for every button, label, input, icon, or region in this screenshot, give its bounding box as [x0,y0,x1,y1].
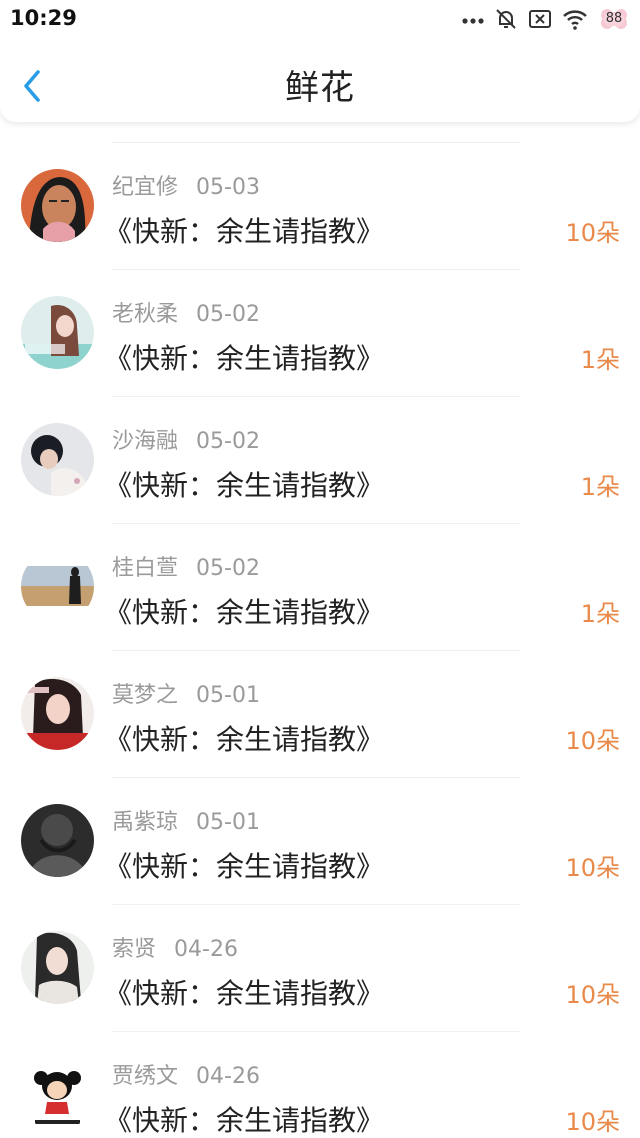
flower-amount: 10朵 [565,854,620,882]
sender-name: 贾绣文 [112,1064,179,1089]
book-title[interactable]: 《快新：余生请指教》 [104,210,384,250]
gift-row[interactable]: 纪宜修 05-03 《快新：余生请指教》 10朵 [0,143,640,270]
gift-date: 05-02 [196,556,260,581]
gift-row[interactable]: 禹紫琼 05-01 《快新：余生请指教》 10朵 [0,778,640,905]
sender-name: 索贤 [112,937,157,962]
sender-name: 禹紫琼 [112,810,179,835]
gift-row[interactable]: 索贤 04-26 《快新：余生请指教》 10朵 [0,905,640,1032]
gift-meta: 老秋柔 05-02 [112,296,260,328]
gift-date: 05-01 [196,810,260,835]
gift-row[interactable]: 贾绣文 04-26 《快新：余生请指教》 10朵 [0,1032,640,1138]
avatar-red-girl[interactable] [21,677,94,750]
book-title[interactable]: 《快新：余生请指教》 [104,464,384,504]
sender-name: 莫梦之 [112,683,179,708]
gift-row[interactable]: 老秋柔 05-02 《快新：余生请指教》 1朵 [0,270,640,397]
page-title: 鲜花 [285,68,355,108]
sender-name: 沙海融 [112,429,179,454]
more-dots-icon [462,18,484,24]
gift-list: 纪宜修 05-03 《快新：余生请指教》 10朵 老秋柔 05-02 《快新：余生请… [0,143,640,1138]
avatar-cartoon-girl[interactable] [21,1058,94,1131]
sender-name: 纪宜修 [112,175,179,200]
gift-row[interactable]: 沙海融 05-02 《快新：余生请指教》 1朵 [0,397,640,524]
sender-name: 桂白萱 [112,556,179,581]
book-title[interactable]: 《快新：余生请指教》 [104,718,384,758]
flower-amount: 10朵 [565,219,620,247]
flower-amount: 1朵 [580,346,620,374]
avatar-girl-photo[interactable] [21,296,94,369]
page-header: 鲜花 [0,40,640,122]
gift-meta: 禹紫琼 05-01 [112,804,260,836]
status-bar: 10:29 88 [0,0,640,40]
book-title[interactable]: 《快新：余生请指教》 [104,337,384,377]
avatar-illustrated-woman[interactable] [21,169,94,242]
gift-date: 05-03 [196,175,260,200]
book-title[interactable]: 《快新：余生请指教》 [104,972,384,1012]
status-icons: 88 [462,7,630,31]
flower-amount: 10朵 [565,981,620,1009]
mute-bell-icon [496,9,516,29]
wifi-icon [563,10,587,30]
book-title[interactable]: 《快新：余生请指教》 [104,1099,384,1138]
flower-amount: 10朵 [565,1108,620,1136]
gift-date: 05-02 [196,429,260,454]
gift-row[interactable]: 莫梦之 05-01 《快新：余生请指教》 10朵 [0,651,640,778]
gift-date: 04-26 [174,937,238,962]
gift-date: 05-01 [196,683,260,708]
gift-date: 05-02 [196,302,260,327]
book-title[interactable]: 《快新：余生请指教》 [104,591,384,631]
avatar-beach-silhouette[interactable] [21,550,94,623]
gift-row[interactable]: 桂白萱 05-02 《快新：余生请指教》 1朵 [0,524,640,651]
battery-level: 88 [605,11,623,26]
avatar-dark-figure[interactable] [21,804,94,877]
gift-meta: 桂白萱 05-02 [112,550,260,582]
avatar-ancient-costume[interactable] [21,931,94,1004]
gift-meta: 莫梦之 05-01 [112,677,260,709]
book-title[interactable]: 《快新：余生请指教》 [104,845,384,885]
flower-amount: 1朵 [580,473,620,501]
flower-amount: 1朵 [580,600,620,628]
battery-icon: 88 [598,7,630,31]
avatar-couple-photo[interactable] [21,423,94,496]
flower-amount: 10朵 [565,727,620,755]
gift-meta: 索贤 04-26 [112,931,238,963]
gift-date: 04-26 [196,1064,260,1089]
gift-meta: 纪宜修 05-03 [112,169,260,201]
gift-meta: 贾绣文 04-26 [112,1058,260,1090]
gift-meta: 沙海融 05-02 [112,423,260,455]
sim-x-icon [529,10,551,28]
status-time: 10:29 [10,6,77,30]
sender-name: 老秋柔 [112,302,179,327]
